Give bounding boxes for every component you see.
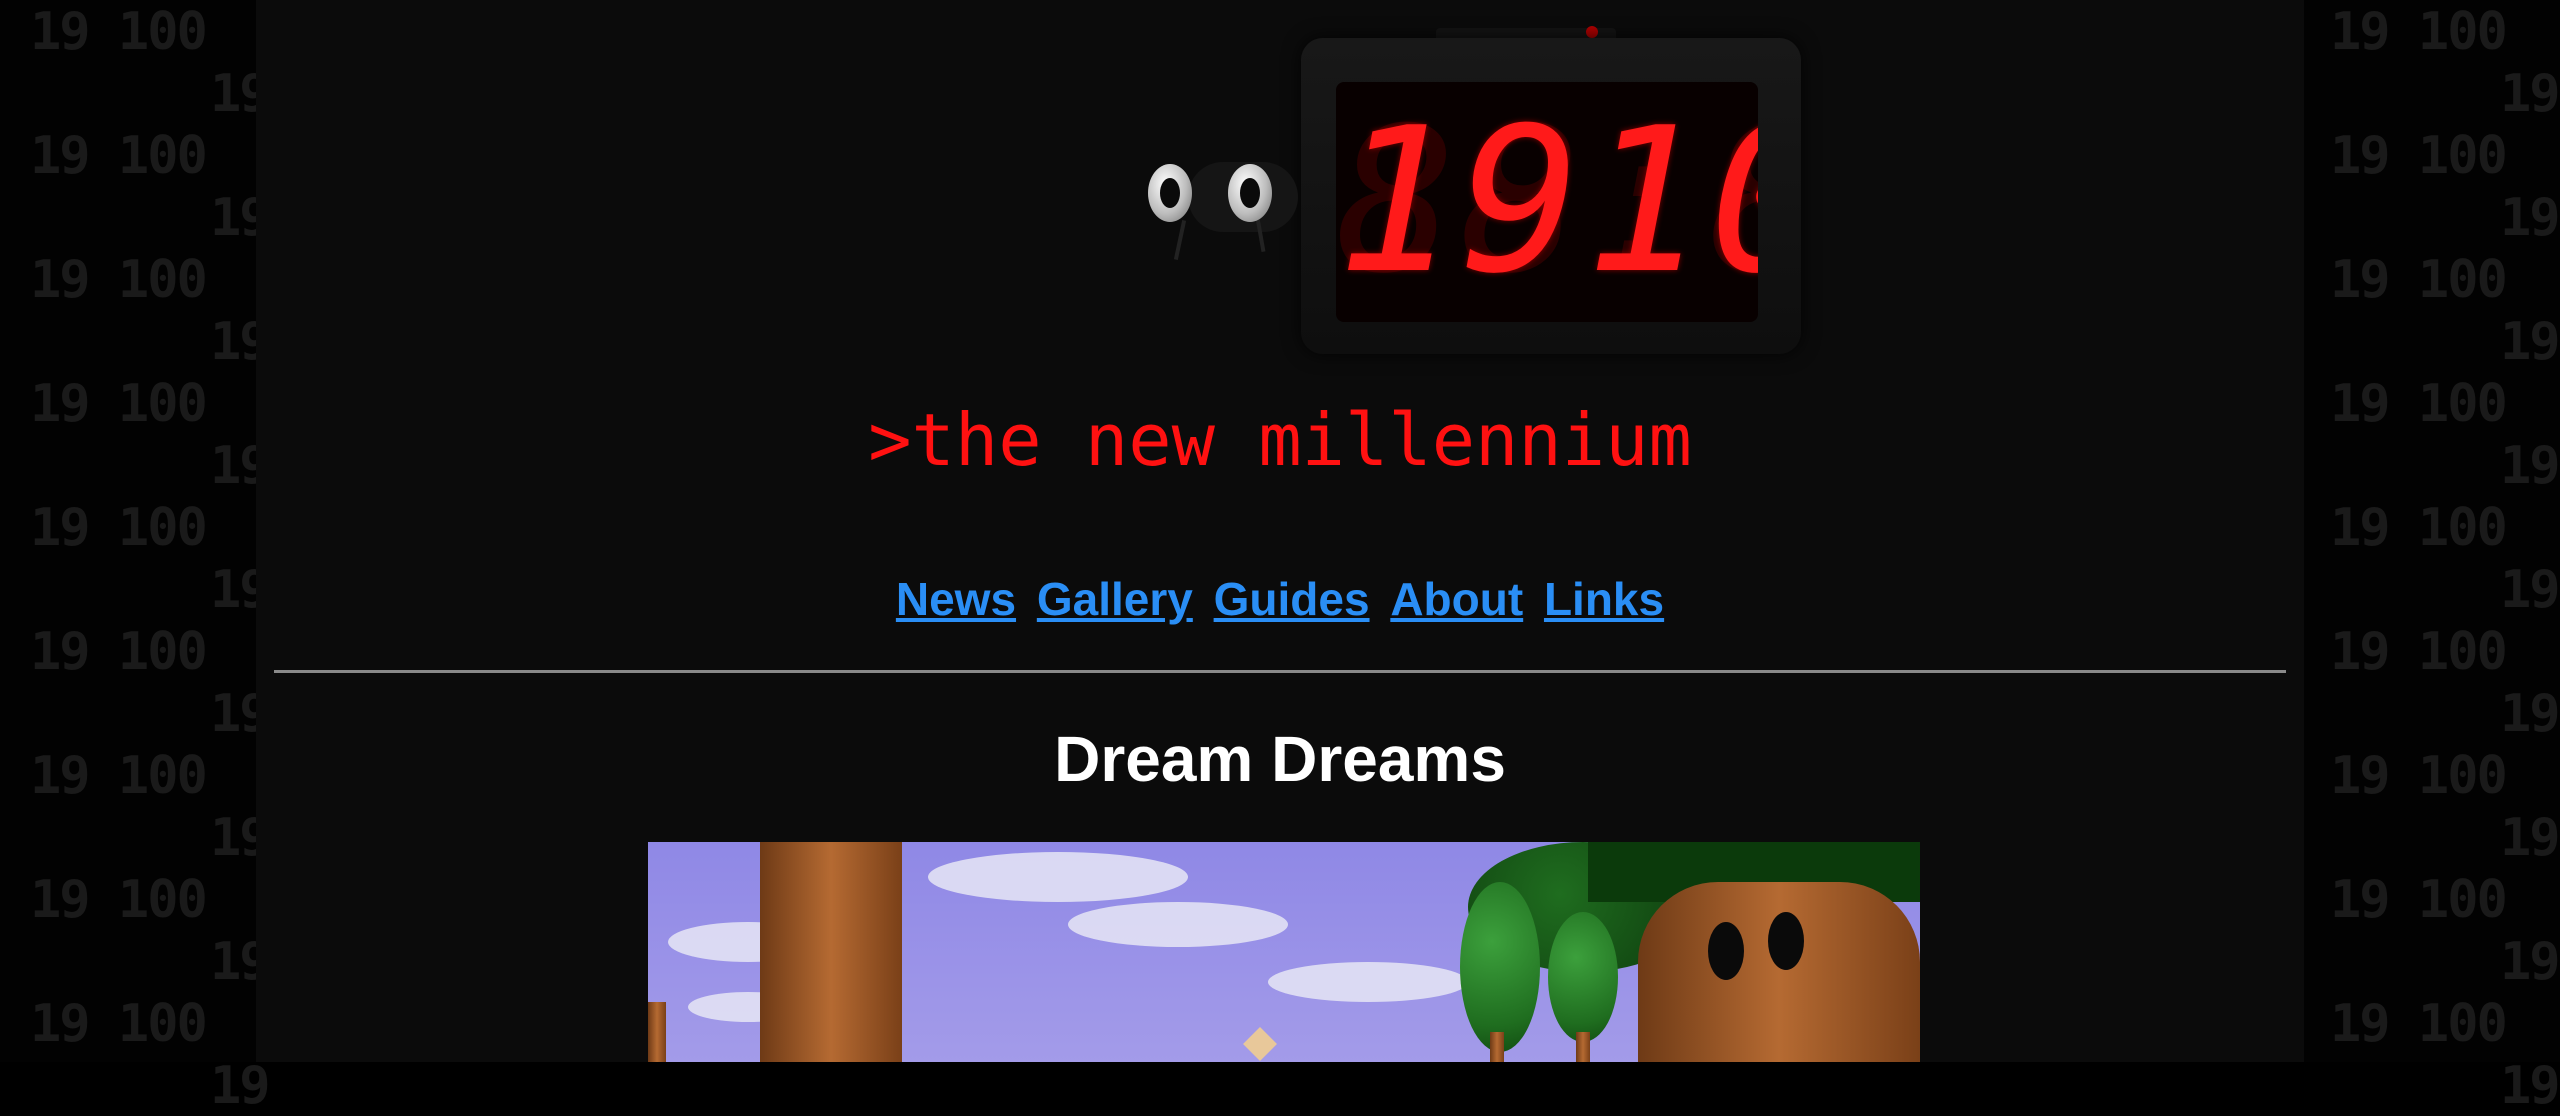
main-column: 88:88 19100 >the new millennium News Gal… xyxy=(256,0,2304,1062)
background-pattern-text: 19 100 xyxy=(30,622,208,682)
background-pattern-text: 19 100 xyxy=(30,126,208,186)
background-pattern-text: 19 100 xyxy=(30,250,208,310)
cloud xyxy=(928,852,1188,902)
tree-face-eye xyxy=(1708,922,1744,980)
background-pattern-text: 19 100 xyxy=(30,2,208,62)
background-pattern-text: 19 100 xyxy=(2330,250,2508,310)
main-nav: News Gallery Guides About Links xyxy=(256,572,2304,626)
tree-trunk xyxy=(648,1002,666,1062)
left-eye-icon xyxy=(1148,164,1192,222)
background-pattern-text: 19 100 xyxy=(2330,870,2508,930)
background-pattern-text: 19 100 xyxy=(2330,2,2508,62)
nav-link-guides[interactable]: Guides xyxy=(1214,573,1370,625)
page-title: Dream Dreams xyxy=(1054,723,1506,795)
cloud xyxy=(1268,962,1468,1002)
site-tagline: >the new millennium xyxy=(868,398,1692,482)
background-pattern-text: 19 100 xyxy=(30,498,208,558)
background-pattern-text: 19 xyxy=(2500,808,2560,868)
clock-screen: 88:88 19100 xyxy=(1336,82,1758,322)
background-pattern-text: 19 xyxy=(210,1056,271,1116)
background-pattern-text: 19 100 xyxy=(30,374,208,434)
background-pattern-text: 19 100 xyxy=(2330,622,2508,682)
tree-foliage xyxy=(1460,882,1540,1052)
tree-face-eye xyxy=(1768,912,1804,970)
spider-mascot xyxy=(1148,152,1318,272)
background-pattern-text: 19 xyxy=(2500,312,2560,372)
pupil xyxy=(1160,178,1180,208)
nav-link-about[interactable]: About xyxy=(1390,573,1523,625)
tree-foliage xyxy=(1548,912,1618,1042)
nav-link-gallery[interactable]: Gallery xyxy=(1037,573,1193,625)
clock-digits: 19100 xyxy=(1336,85,1758,318)
background-pattern-text: 19 xyxy=(2500,560,2560,620)
background-pattern-text: 19 100 xyxy=(30,746,208,806)
background-pattern-text: 19 100 xyxy=(30,870,208,930)
tree-face-trunk xyxy=(1638,882,1920,1062)
background-pattern-text: 19 100 xyxy=(2330,126,2508,186)
tree-trunk xyxy=(1576,1032,1590,1062)
background-pattern-text: 19 xyxy=(2500,188,2560,248)
spider-leg xyxy=(1173,220,1187,260)
horizontal-rule xyxy=(274,670,2286,673)
clock-indicator-light xyxy=(1586,26,1598,38)
header-logo: 88:88 19100 xyxy=(1136,0,1936,370)
right-eye-icon xyxy=(1228,164,1272,222)
hero-image xyxy=(648,842,1920,1062)
nav-link-news[interactable]: News xyxy=(896,573,1016,625)
star-icon xyxy=(1243,1027,1277,1061)
background-pattern-text: 19 xyxy=(2500,932,2560,992)
cloud xyxy=(1068,902,1288,947)
background-pattern-text: 19 100 xyxy=(2330,746,2508,806)
tree-trunk xyxy=(760,842,902,1062)
background-pattern-text: 19 100 xyxy=(2330,994,2508,1054)
background-pattern-text: 19 100 xyxy=(2330,374,2508,434)
pupil xyxy=(1240,178,1260,208)
tree-trunk xyxy=(1490,1032,1504,1062)
nav-link-links[interactable]: Links xyxy=(1544,573,1664,625)
background-pattern-text: 19 xyxy=(2500,436,2560,496)
background-pattern-text: 19 xyxy=(2500,1056,2560,1116)
background-pattern-text: 19 xyxy=(2500,684,2560,744)
background-pattern-text: 19 100 xyxy=(2330,498,2508,558)
background-pattern-text: 19 xyxy=(2500,64,2560,124)
background-pattern-text: 19 100 xyxy=(30,994,208,1054)
